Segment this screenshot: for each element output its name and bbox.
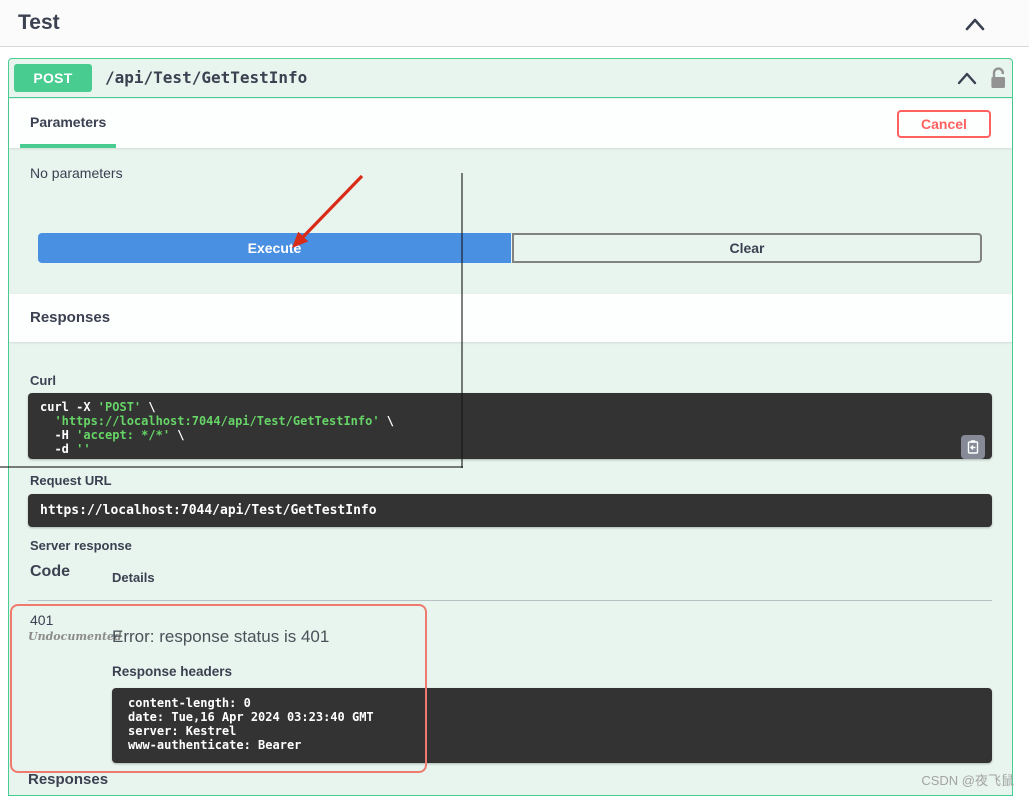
code-column-header: Code xyxy=(30,563,70,580)
tag-title: Test xyxy=(18,11,60,34)
opblock-summary[interactable]: POST /api/Test/GetTestInfo xyxy=(9,59,1012,98)
tab-parameters[interactable]: Parameters xyxy=(20,99,117,148)
tag-section-header[interactable]: Test xyxy=(0,0,1029,47)
execute-button[interactable]: Execute xyxy=(38,233,511,263)
swagger-ui-page: Test POST /api/Test/GetTestInfo Paramete… xyxy=(0,0,1029,796)
annotation-horizontal-line xyxy=(0,466,463,468)
no-parameters-text: No parameters xyxy=(30,165,123,181)
annotation-arrow-icon xyxy=(280,168,376,260)
curl-code-block: curl -X 'POST' \ 'https://localhost:7044… xyxy=(28,393,992,459)
watermark-text: CSDN @夜飞鼠 xyxy=(921,773,1014,788)
annotation-highlight-box xyxy=(10,604,427,773)
copy-icon[interactable] xyxy=(961,435,985,459)
details-column-header: Details xyxy=(112,570,155,585)
table-header-divider xyxy=(28,600,992,601)
clear-button[interactable]: Clear xyxy=(512,233,982,263)
request-url-label: Request URL xyxy=(30,473,112,488)
chevron-up-icon[interactable] xyxy=(955,69,979,89)
method-badge: POST xyxy=(14,64,92,92)
parameters-section-header: Parameters Cancel xyxy=(9,99,1012,148)
documented-responses-title: Responses xyxy=(28,771,109,788)
endpoint-path: /api/Test/GetTestInfo xyxy=(105,68,308,87)
responses-title: Responses xyxy=(30,309,111,326)
cancel-button[interactable]: Cancel xyxy=(897,110,991,138)
request-url-value: https://localhost:7044/api/Test/GetTestI… xyxy=(28,494,992,527)
annotation-vertical-line xyxy=(461,173,463,468)
chevron-up-icon[interactable] xyxy=(962,14,988,36)
curl-label: Curl xyxy=(30,373,56,388)
server-response-label: Server response xyxy=(30,538,132,553)
unlock-icon[interactable] xyxy=(988,66,1010,92)
responses-section-header: Responses xyxy=(9,294,1012,342)
